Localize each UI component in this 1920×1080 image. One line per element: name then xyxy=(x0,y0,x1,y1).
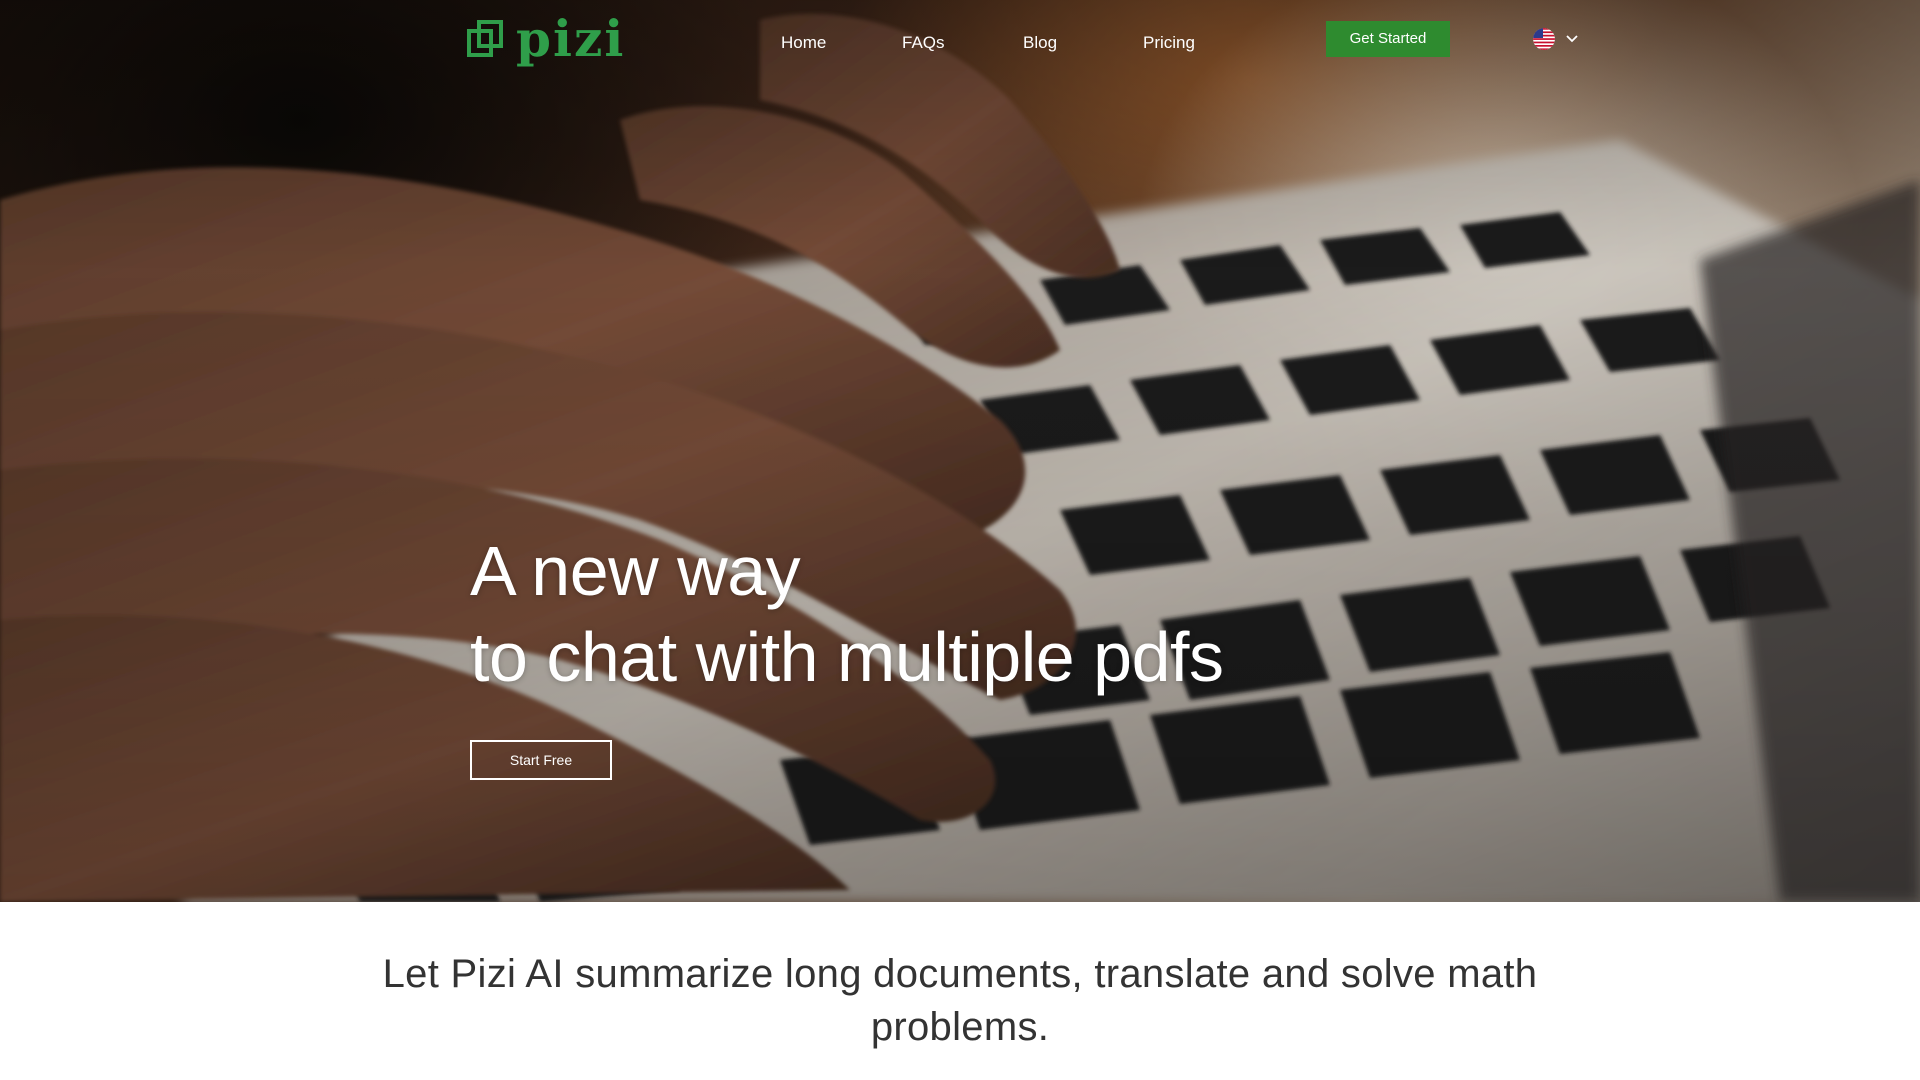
nav-item-faqs[interactable]: FAQs xyxy=(902,32,945,54)
language-selector[interactable] xyxy=(1533,28,1579,50)
get-started-button[interactable]: Get Started xyxy=(1326,21,1450,57)
hero-overlay xyxy=(0,0,1920,902)
chevron-down-icon xyxy=(1566,35,1578,43)
hero-headline-line2: to chat with multiple pdfs xyxy=(470,618,1224,696)
nav-item-home[interactable]: Home xyxy=(781,32,826,54)
hero-section: pizi Home FAQs Blog Pricing Get Started xyxy=(0,0,1920,902)
nav-item-pricing[interactable]: Pricing xyxy=(1143,32,1195,54)
main-nav: Home FAQs Blog Pricing xyxy=(0,32,1920,56)
nav-item-blog[interactable]: Blog xyxy=(1023,32,1057,54)
us-flag-icon xyxy=(1533,28,1555,50)
hero-headline-line1: A new way xyxy=(470,532,801,610)
intro-text: Let Pizi AI summarize long documents, tr… xyxy=(382,952,1538,1049)
hero-headline: A new way to chat with multiple pdfs xyxy=(470,528,1224,700)
start-free-button[interactable]: Start Free xyxy=(470,740,612,780)
